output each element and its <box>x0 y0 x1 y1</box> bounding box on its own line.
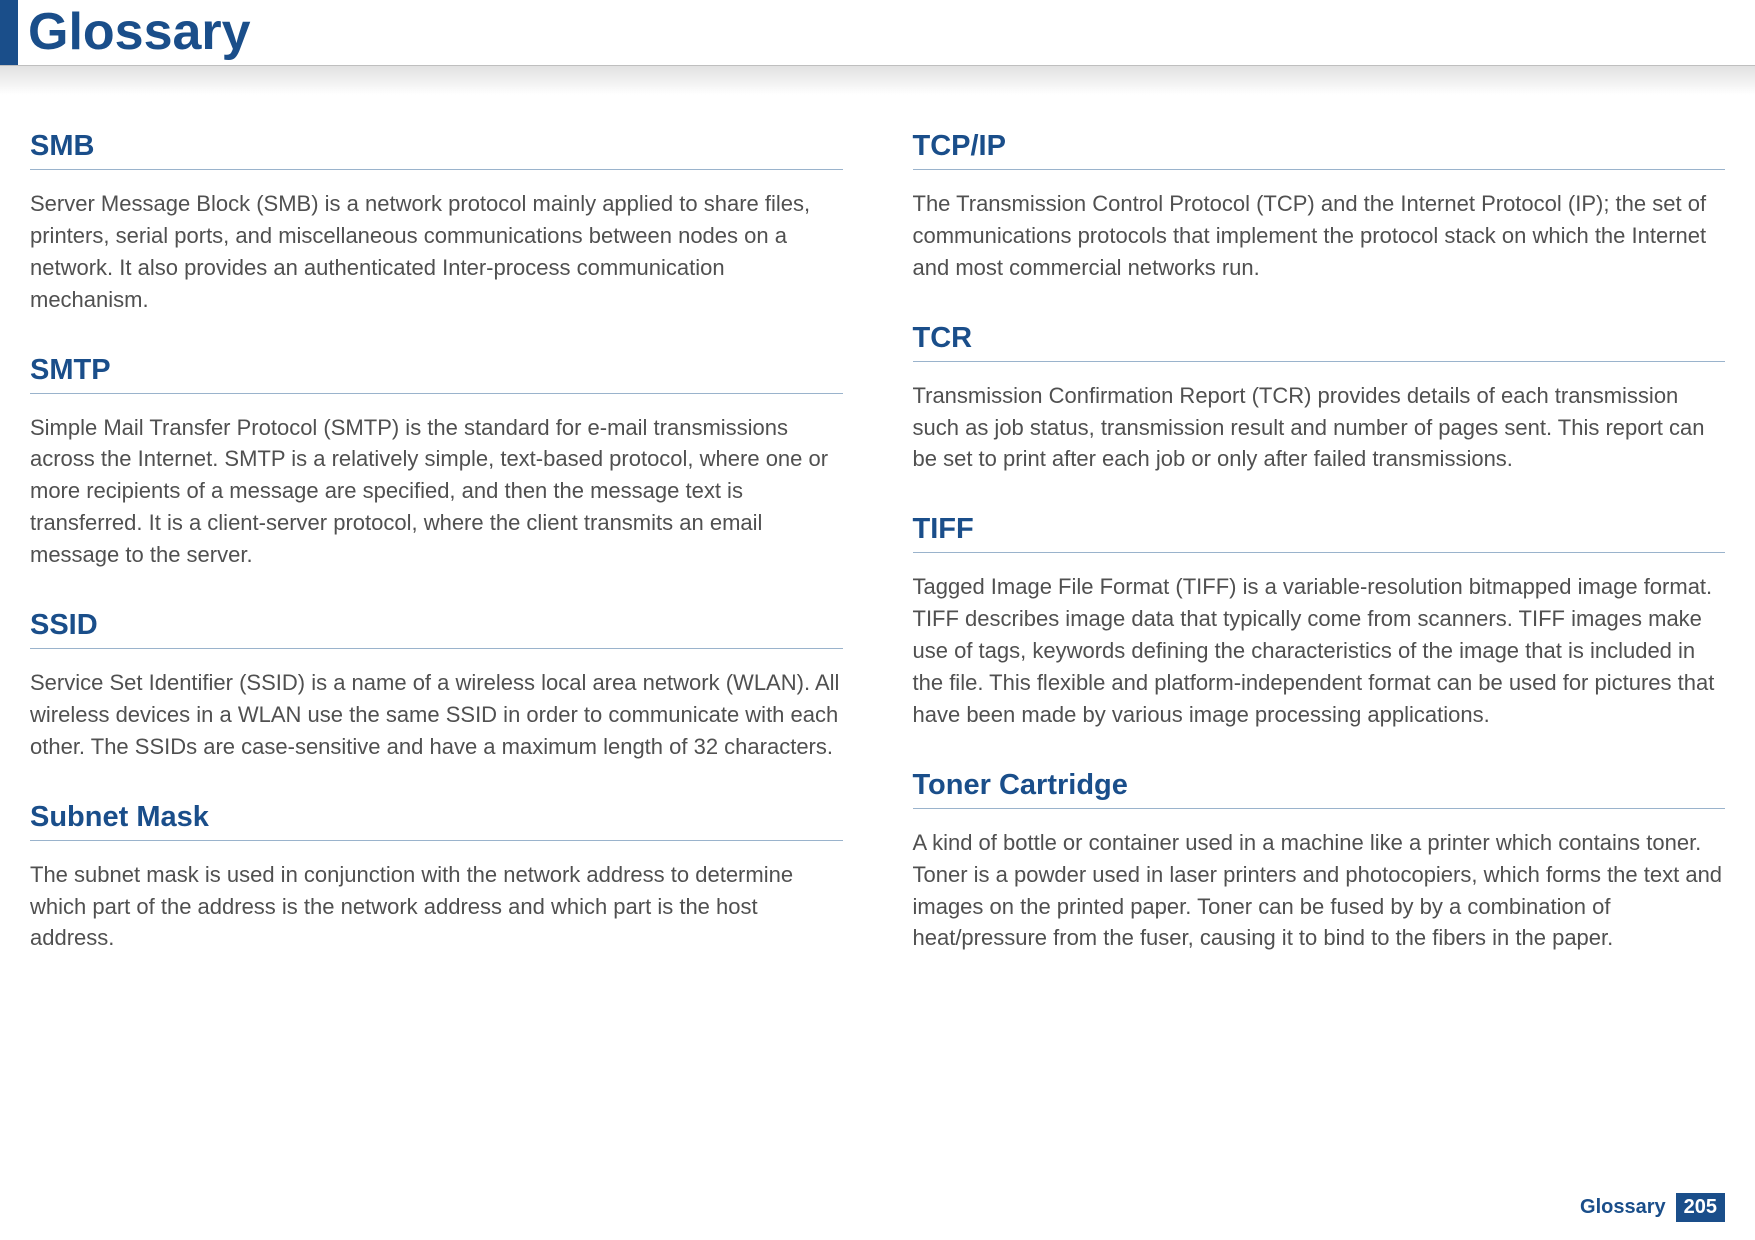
glossary-entry: TCP/IP The Transmission Control Protocol… <box>913 130 1726 284</box>
glossary-term: Toner Cartridge <box>913 769 1726 809</box>
glossary-entry: SMTP Simple Mail Transfer Protocol (SMTP… <box>30 354 843 571</box>
glossary-definition: Simple Mail Transfer Protocol (SMTP) is … <box>30 412 843 571</box>
glossary-entry: SSID Service Set Identifier (SSID) is a … <box>30 609 843 763</box>
glossary-entry: Toner Cartridge A kind of bottle or cont… <box>913 769 1726 955</box>
glossary-definition: Service Set Identifier (SSID) is a name … <box>30 667 843 763</box>
footer: Glossary 205 <box>1580 1193 1725 1222</box>
footer-page-number: 205 <box>1676 1193 1725 1222</box>
glossary-definition: A kind of bottle or container used in a … <box>913 827 1726 955</box>
glossary-term: TCR <box>913 322 1726 362</box>
glossary-term: SMB <box>30 130 843 170</box>
glossary-term: SMTP <box>30 354 843 394</box>
left-column: SMB Server Message Block (SMB) is a netw… <box>30 130 843 992</box>
glossary-definition: Server Message Block (SMB) is a network … <box>30 188 843 316</box>
glossary-definition: Tagged Image File Format (TIFF) is a var… <box>913 571 1726 730</box>
glossary-term: TIFF <box>913 513 1726 553</box>
header-accent-bar <box>0 0 18 65</box>
glossary-entry: TIFF Tagged Image File Format (TIFF) is … <box>913 513 1726 730</box>
page-title: Glossary <box>28 0 251 65</box>
glossary-definition: The subnet mask is used in conjunction w… <box>30 859 843 955</box>
glossary-definition: Transmission Confirmation Report (TCR) p… <box>913 380 1726 476</box>
footer-section-label: Glossary <box>1580 1196 1666 1219</box>
glossary-term: SSID <box>30 609 843 649</box>
glossary-term: Subnet Mask <box>30 801 843 841</box>
content-area: SMB Server Message Block (SMB) is a netw… <box>0 80 1755 992</box>
glossary-term: TCP/IP <box>913 130 1726 170</box>
right-column: TCP/IP The Transmission Control Protocol… <box>913 130 1726 992</box>
glossary-entry: TCR Transmission Confirmation Report (TC… <box>913 322 1726 476</box>
glossary-entry: SMB Server Message Block (SMB) is a netw… <box>30 130 843 316</box>
glossary-entry: Subnet Mask The subnet mask is used in c… <box>30 801 843 955</box>
header-shadow <box>0 65 1755 95</box>
glossary-definition: The Transmission Control Protocol (TCP) … <box>913 188 1726 284</box>
header: Glossary <box>0 0 1755 80</box>
